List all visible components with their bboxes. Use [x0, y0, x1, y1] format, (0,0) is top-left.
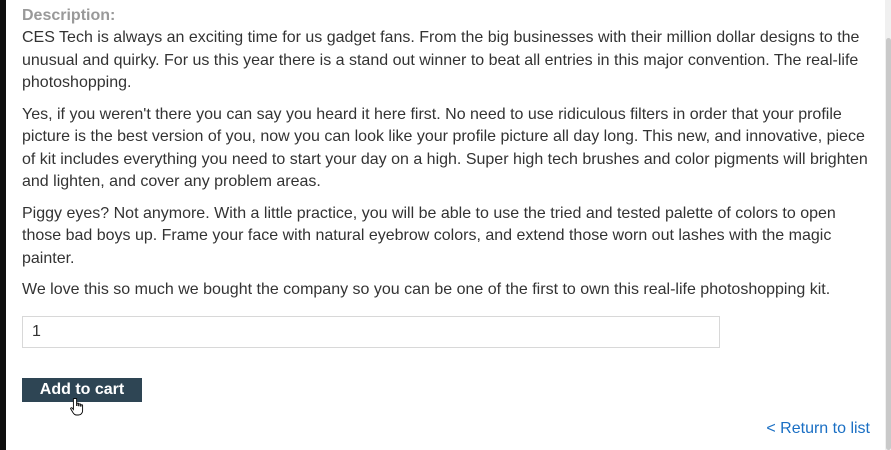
scrollbar-thumb[interactable]: [886, 38, 891, 450]
quantity-input[interactable]: [22, 315, 720, 348]
scrollbar[interactable]: [885, 0, 891, 450]
description-paragraph-3: Piggy eyes? Not anymore. With a little p…: [22, 204, 836, 267]
product-details: Description: CES Tech is always an excit…: [22, 5, 874, 402]
return-to-list-link[interactable]: < Return to list: [766, 420, 870, 438]
description-paragraph-1: CES Tech is always an exciting time for …: [22, 29, 860, 91]
hand-pointer-icon: [70, 398, 84, 416]
description-paragraph-4: We love this so much we bought the compa…: [22, 281, 831, 298]
window-left-border: [0, 0, 6, 450]
page: Description: CES Tech is always an excit…: [0, 0, 891, 450]
description-paragraph-2: Yes, if you weren't there you can say yo…: [22, 105, 868, 191]
description-label: Description:: [22, 7, 116, 24]
